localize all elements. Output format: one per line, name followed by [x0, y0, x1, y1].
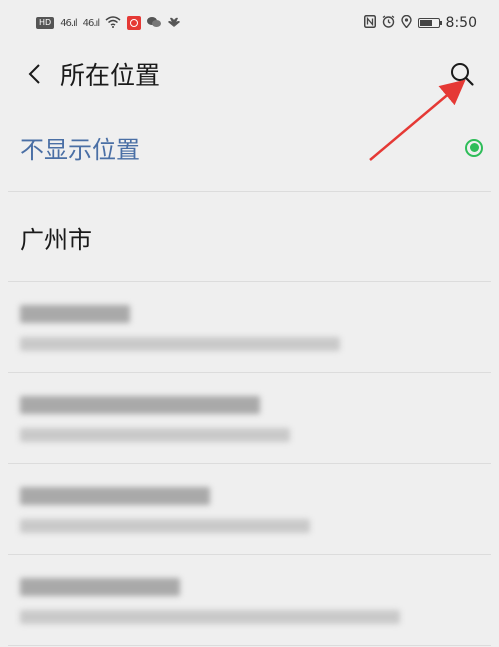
- list-item-place[interactable]: [0, 464, 499, 555]
- blurred-place-name: [20, 395, 260, 414]
- blurred-place-name: [20, 486, 210, 505]
- list-item-place[interactable]: [0, 282, 499, 373]
- signal-icon: 46.ıl: [82, 17, 100, 29]
- screen: HD 46.ıl 46.ıl 8:50 所在位置 不显示位置 广州市: [0, 0, 499, 647]
- blurred-place-address: [20, 518, 310, 533]
- blurred-place-name: [20, 577, 180, 596]
- nfc-icon: [363, 15, 376, 31]
- list-item-city[interactable]: 广州市: [0, 192, 499, 282]
- status-bar: HD 46.ıl 46.ıl 8:50: [0, 0, 499, 46]
- status-bar-left: HD 46.ıl 46.ıl: [36, 15, 181, 31]
- hide-location-label: 不显示位置: [20, 136, 140, 164]
- city-label: 广州市: [20, 225, 92, 254]
- selected-radio-icon: [465, 138, 483, 157]
- blurred-place-name: [20, 304, 130, 323]
- location-icon: [400, 14, 412, 31]
- blurred-place-address: [20, 609, 400, 624]
- battery-icon: [417, 18, 442, 28]
- page-title: 所在位置: [60, 60, 161, 90]
- blurred-place-address: [20, 427, 290, 442]
- search-icon[interactable]: [447, 59, 477, 89]
- location-list: 不显示位置 广州市: [0, 103, 499, 646]
- radio-dot: [469, 143, 479, 152]
- list-item-hide-location[interactable]: 不显示位置: [0, 103, 499, 192]
- list-item-place[interactable]: [0, 373, 499, 464]
- app-notification-icon: [127, 16, 142, 30]
- status-bar-right: 8:50: [363, 14, 477, 31]
- huawei-icon: [167, 16, 181, 31]
- alarm-icon: [382, 15, 395, 31]
- chevron-left-icon[interactable]: [22, 62, 46, 86]
- hd-icon: HD: [36, 17, 55, 29]
- blurred-place-address: [20, 336, 340, 351]
- list-item-place[interactable]: [0, 555, 499, 646]
- status-time: 8:50: [445, 15, 477, 31]
- wechat-icon: [147, 16, 162, 31]
- signal-icon: 46.ıl: [60, 17, 77, 29]
- wifi-icon: [105, 15, 121, 31]
- nav-bar: 所在位置: [0, 46, 499, 101]
